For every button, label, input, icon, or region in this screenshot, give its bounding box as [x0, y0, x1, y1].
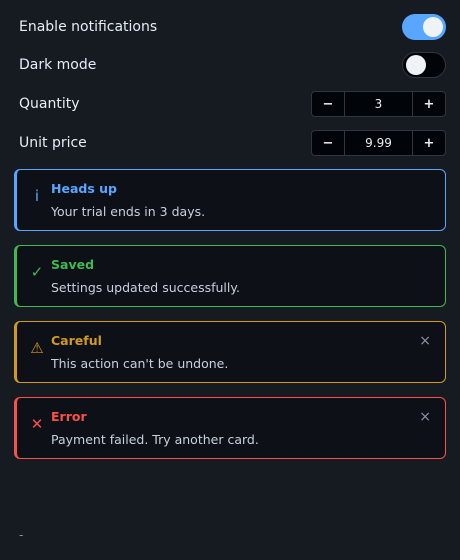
dark-mode-label: Dark mode	[19, 57, 97, 73]
toggle-knob	[423, 17, 443, 37]
unit-price-increment-button[interactable]: +	[412, 130, 446, 156]
quantity-stepper: − +	[311, 91, 446, 117]
toggle-knob	[406, 55, 426, 75]
alert-title: Careful	[51, 333, 102, 348]
alert-warning: ⚠ Careful This action can't be undone. ×	[14, 321, 446, 383]
close-icon[interactable]: ×	[419, 409, 431, 425]
alert-title: Saved	[51, 257, 95, 272]
notifications-label: Enable notifications	[19, 19, 158, 35]
notifications-toggle[interactable]	[402, 14, 446, 40]
alert-message: Settings updated successfully.	[51, 280, 240, 295]
unit-price-input[interactable]	[345, 130, 412, 156]
unit-price-stepper: − +	[311, 130, 446, 156]
error-icon: ✕	[30, 415, 44, 433]
alert-message: Payment failed. Try another card.	[51, 432, 259, 447]
info-icon: i	[34, 187, 40, 205]
unit-price-decrement-button[interactable]: −	[311, 130, 345, 156]
alert-title: Error	[51, 409, 87, 424]
footer-text: -	[19, 528, 24, 542]
quantity-increment-button[interactable]: +	[412, 91, 446, 117]
alert-error: ✕ Error Payment failed. Try another card…	[14, 397, 446, 459]
unit-price-row: Unit price − +	[19, 130, 446, 156]
quantity-row: Quantity − +	[19, 91, 446, 117]
alert-title: Heads up	[51, 181, 117, 196]
alert-message: Your trial ends in 3 days.	[51, 204, 206, 219]
dark-mode-toggle[interactable]	[402, 52, 446, 78]
alert-success: ✓ Saved Settings updated successfully.	[14, 245, 446, 307]
quantity-label: Quantity	[19, 96, 80, 112]
warning-icon: ⚠	[30, 339, 44, 357]
quantity-input[interactable]	[345, 91, 412, 117]
unit-price-label: Unit price	[19, 135, 87, 151]
alert-message: This action can't be undone.	[51, 356, 229, 371]
alert-info: i Heads up Your trial ends in 3 days.	[14, 169, 446, 231]
check-icon: ✓	[30, 263, 44, 281]
dark-mode-row: Dark mode	[19, 52, 446, 78]
close-icon[interactable]: ×	[419, 333, 431, 349]
notifications-row: Enable notifications	[19, 14, 446, 40]
quantity-decrement-button[interactable]: −	[311, 91, 345, 117]
